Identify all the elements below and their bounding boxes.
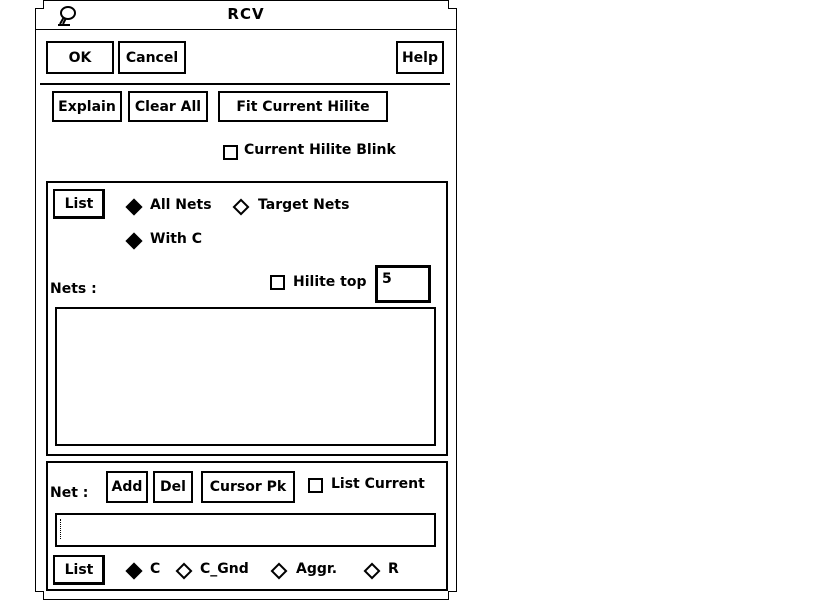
clear-all-button[interactable]: Clear All [128,91,208,122]
window-resize-corner-bottom-right[interactable] [448,591,457,600]
text-cursor [60,519,62,539]
cancel-button[interactable]: Cancel [118,41,186,74]
net-name-input[interactable] [55,513,436,547]
with-c-radio[interactable] [125,232,143,250]
explain-button[interactable]: Explain [52,91,122,122]
title-divider [36,29,456,30]
target-nets-radio[interactable] [232,198,250,216]
help-button[interactable]: Help [396,41,444,74]
list-net-values-button[interactable]: List [53,555,105,585]
cursor-pick-button[interactable]: Cursor Pk [201,471,295,503]
rcv-dialog-window: RCV OK Cancel Help Explain Clear All Fit… [35,0,457,600]
all-nets-label: All Nets [150,197,212,213]
window-resize-corner-bottom-left[interactable] [35,591,44,600]
aggr-radio[interactable] [270,562,288,580]
current-hilite-blink-label: Current Hilite Blink [244,142,396,158]
c-label: C [150,561,161,577]
nets-list-panel: List All Nets Target Nets With C Nets : … [46,181,448,456]
hilite-top-label: Hilite top [293,274,367,290]
list-nets-button[interactable]: List [53,189,105,219]
aggr-label: Aggr. [296,561,338,577]
window-title: RCV [227,5,265,23]
nets-listbox[interactable] [55,307,436,446]
current-hilite-blink-checkbox[interactable] [223,145,238,160]
list-current-checkbox[interactable] [308,478,323,493]
all-nets-radio[interactable] [125,198,143,216]
add-net-button[interactable]: Add [106,471,148,503]
r-radio[interactable] [363,562,381,580]
top-divider [40,83,450,85]
fit-current-hilite-button[interactable]: Fit Current Hilite [218,91,388,122]
hilite-top-count-input[interactable]: 5 [375,265,431,303]
title-bar[interactable]: RCV [36,1,456,29]
nets-label: Nets : [50,281,97,297]
c-gnd-label: C_Gnd [200,561,249,577]
r-label: R [388,561,399,577]
hilite-top-checkbox[interactable] [270,275,285,290]
ok-button[interactable]: OK [46,41,114,74]
c-gnd-radio[interactable] [175,562,193,580]
delete-net-button[interactable]: Del [153,471,193,503]
list-current-label: List Current [331,476,425,492]
net-label: Net : [50,485,89,501]
c-radio[interactable] [125,562,143,580]
with-c-label: With C [150,231,203,247]
net-panel: Net : Add Del Cursor Pk List Current Lis… [46,461,448,591]
target-nets-label: Target Nets [258,197,350,213]
